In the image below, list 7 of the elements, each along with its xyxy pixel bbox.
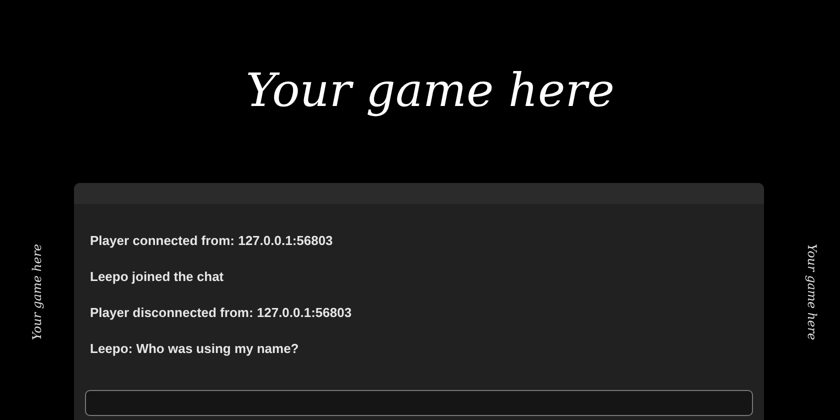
side-caption: Your game here (804, 243, 820, 340)
chat-message: Player connected from: 127.0.0.1:56803 (90, 233, 334, 249)
chat-message: Leepo: Who was using my name? (90, 341, 300, 357)
chat-input[interactable] (85, 390, 753, 416)
side-caption: Your game here (29, 243, 45, 340)
chat-message: Player disconnected from: 127.0.0.1:56803 (90, 305, 353, 321)
chat-message: Leepo joined the chat (90, 269, 225, 285)
